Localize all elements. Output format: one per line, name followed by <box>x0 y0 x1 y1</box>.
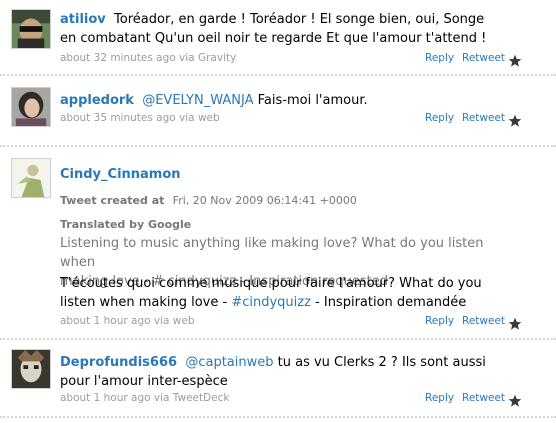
tweet-separator <box>0 74 556 76</box>
retweet-button[interactable]: Retweet <box>462 112 505 124</box>
mention-link[interactable]: @EVELYN_WANJA <box>142 93 253 108</box>
tweet-source[interactable]: via web <box>154 315 195 327</box>
avatar-appledork[interactable] <box>11 87 51 127</box>
username-link[interactable]: appledork <box>60 93 134 108</box>
created-value: Fri, 20 Nov 2009 06:14:41 +0000 <box>172 194 357 207</box>
translated-label: Translated by Google <box>60 218 192 231</box>
reply-button[interactable]: Reply <box>425 112 454 124</box>
translated-line: Listening to music anything like making … <box>60 236 484 270</box>
tweet-text: atiliov Toréador, en garde ! Toréador ! … <box>60 10 500 48</box>
tweet-separator <box>0 338 556 340</box>
tweet-source[interactable]: via TweetDeck <box>154 392 230 404</box>
star-icon[interactable] <box>508 317 522 331</box>
tweet-timestamp[interactable]: about 32 minutes ago <box>60 52 176 64</box>
reply-button[interactable]: Reply <box>425 52 454 64</box>
username-link[interactable]: Deprofundis666 <box>60 355 177 370</box>
tweet-timestamp[interactable]: about 1 hour ago <box>60 392 151 404</box>
star-icon[interactable] <box>508 54 522 68</box>
username-link[interactable]: atiliov <box>60 12 106 27</box>
username-link[interactable]: Cindy_Cinnamon <box>60 167 181 182</box>
tweet-text: Deprofundis666 @captainweb tu as vu Cler… <box>60 353 500 391</box>
tweet-message: T'écoutes quoi comme musique pour faire … <box>60 274 500 312</box>
avatar-atiliov[interactable] <box>11 9 51 49</box>
tweet-text: appledork @EVELYN_WANJA Fais-moi l'amour… <box>60 91 500 110</box>
tweet-message-text: - Inspiration demandée <box>310 295 467 310</box>
tweet-message: Toréador, en garde ! Toréador ! El songe… <box>60 12 487 46</box>
reply-button[interactable]: Reply <box>425 315 454 327</box>
created-label: Tweet created at <box>60 194 165 207</box>
tweet-source[interactable]: via web <box>179 112 220 124</box>
tweet-timeline: atiliov Toréador, en garde ! Toréador ! … <box>0 0 556 423</box>
avatar-deprofundis666[interactable] <box>11 349 51 389</box>
tweet-meta: about 35 minutes ago via web <box>60 112 220 124</box>
tweet-source[interactable]: via Gravity <box>179 52 236 64</box>
reply-button[interactable]: Reply <box>425 392 454 404</box>
tweet-meta: about 1 hour ago via TweetDeck <box>60 392 230 404</box>
avatar-cindy-cinnamon[interactable] <box>11 158 51 198</box>
tweet-timestamp[interactable]: about 35 minutes ago <box>60 112 176 124</box>
tweet-separator <box>0 416 556 418</box>
retweet-button[interactable]: Retweet <box>462 392 505 404</box>
tweet-meta: about 1 hour ago via web <box>60 315 195 327</box>
retweet-button[interactable]: Retweet <box>462 315 505 327</box>
translated-label-row: Translated by Google <box>60 215 500 234</box>
tweet-separator <box>0 145 556 147</box>
mention-link[interactable]: @captainweb <box>185 355 273 370</box>
retweet-button[interactable]: Retweet <box>462 52 505 64</box>
hashtag-link[interactable]: #cindyquizz <box>231 295 311 310</box>
tweet-message: Fais-moi l'amour. <box>257 93 368 108</box>
tweet-meta: about 32 minutes ago via Gravity <box>60 52 236 64</box>
tweet-text: Cindy_Cinnamon <box>60 165 500 184</box>
tweet-timestamp[interactable]: about 1 hour ago <box>60 315 151 327</box>
star-icon[interactable] <box>508 114 522 128</box>
star-icon[interactable] <box>508 394 522 408</box>
tweet-created-row: Tweet created at Fri, 20 Nov 2009 06:14:… <box>60 191 500 210</box>
